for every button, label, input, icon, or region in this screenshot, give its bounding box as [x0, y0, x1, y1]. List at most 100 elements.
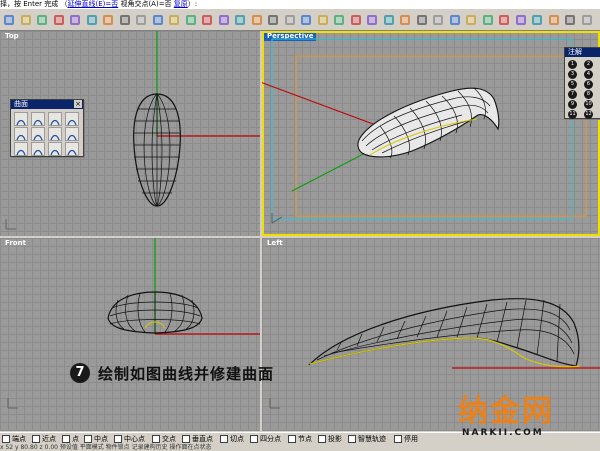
- trim-icon[interactable]: [48, 142, 62, 156]
- rendered-icon[interactable]: [349, 12, 363, 26]
- patch-icon[interactable]: [48, 127, 62, 141]
- undo-icon[interactable]: [118, 12, 132, 26]
- properties-icon[interactable]: [431, 12, 445, 26]
- tag-icon[interactable]: [580, 12, 594, 26]
- zoom-dynamic-icon[interactable]: [184, 12, 198, 26]
- copy-icon[interactable]: [85, 12, 99, 26]
- note-number-button[interactable]: 5: [568, 80, 577, 89]
- osnap-option[interactable]: 智慧轨迹: [348, 435, 386, 444]
- extrude-surface-icon[interactable]: [31, 112, 45, 126]
- redo-icon[interactable]: [134, 12, 148, 26]
- car-icon[interactable]: [415, 12, 429, 26]
- notes-panel[interactable]: 注解 1 2 3 4 5 6 7 8 9 10 11 12: [564, 47, 600, 119]
- osnap-checkbox[interactable]: [348, 435, 356, 443]
- osnap-option[interactable]: 切点: [220, 435, 244, 444]
- osnap-option[interactable]: 投影: [318, 435, 342, 444]
- view-intersect-option[interactable]: 视角交点(A)=否: [118, 0, 171, 8]
- osnap-option[interactable]: 停用: [394, 435, 418, 444]
- osnap-option[interactable]: 中点: [84, 435, 108, 444]
- osnap-checkbox[interactable]: [152, 435, 160, 443]
- osnap-checkbox[interactable]: [2, 435, 10, 443]
- osnap-option[interactable]: 近点: [32, 435, 56, 444]
- note-number-button[interactable]: 8: [584, 90, 593, 99]
- hand-pan-icon[interactable]: [151, 12, 165, 26]
- site-watermark: 纳金网 NARKII.COM: [458, 396, 600, 450]
- render-icon[interactable]: [398, 12, 412, 26]
- save-icon[interactable]: [35, 12, 49, 26]
- edit-icon[interactable]: [563, 12, 577, 26]
- osnap-checkbox[interactable]: [394, 435, 402, 443]
- lightbulb-icon[interactable]: [316, 12, 330, 26]
- note-number-button[interactable]: 1: [568, 60, 577, 69]
- osnap-option[interactable]: 点: [62, 435, 79, 444]
- sphere-icon[interactable]: [48, 112, 62, 126]
- note-number-button[interactable]: 12: [584, 110, 593, 119]
- layer-icon[interactable]: [448, 12, 462, 26]
- paste-icon[interactable]: [101, 12, 115, 26]
- viewport-top[interactable]: Top 曲面 ×: [0, 31, 260, 236]
- viewport-perspective[interactable]: Perspective 注解 12345 6 7 8 9 10 11 12: [262, 31, 600, 236]
- note-number-button[interactable]: 2: [584, 60, 593, 69]
- cut-icon[interactable]: [68, 12, 82, 26]
- surface-panel-title[interactable]: 曲面 ×: [11, 100, 83, 109]
- sweep-icon[interactable]: [31, 127, 45, 141]
- revolve-icon[interactable]: [65, 127, 79, 141]
- sphere-render-icon[interactable]: [382, 12, 396, 26]
- zoom-extents-icon[interactable]: [217, 12, 231, 26]
- lock-icon[interactable]: [497, 12, 511, 26]
- hide-icon[interactable]: [530, 12, 544, 26]
- grid-icon[interactable]: [266, 12, 280, 26]
- osnap-option[interactable]: 端点: [2, 435, 26, 444]
- osnap-option[interactable]: 节点: [288, 435, 312, 444]
- new-file-icon[interactable]: [2, 12, 16, 26]
- note-number-button[interactable]: 10: [584, 100, 593, 109]
- wireframe-icon[interactable]: [514, 12, 528, 26]
- note-number-button[interactable]: 9: [568, 100, 577, 109]
- loft-icon[interactable]: [65, 112, 79, 126]
- osnap-checkbox[interactable]: [84, 435, 92, 443]
- osnap-option[interactable]: 垂直点: [182, 435, 213, 444]
- print-icon[interactable]: [52, 12, 66, 26]
- set-view-icon[interactable]: [299, 12, 313, 26]
- material-icon[interactable]: [365, 12, 379, 26]
- network-surface-icon[interactable]: [14, 142, 28, 156]
- object-snap-icon[interactable]: [464, 12, 478, 26]
- edge-surface-icon[interactable]: [14, 127, 28, 141]
- osnap-option[interactable]: 交点: [152, 435, 176, 444]
- shaded-icon[interactable]: [332, 12, 346, 26]
- show-icon[interactable]: [547, 12, 561, 26]
- rotate-view-icon[interactable]: [167, 12, 181, 26]
- construction-plane-icon[interactable]: [283, 12, 297, 26]
- axis-gizmo: [5, 219, 16, 230]
- osnap-checkbox[interactable]: [250, 435, 258, 443]
- notes-panel-title[interactable]: 注解: [565, 48, 600, 57]
- note-number-button[interactable]: 4: [584, 70, 593, 79]
- surface-from-points-icon[interactable]: [14, 112, 28, 126]
- viewport-front[interactable]: Front: [0, 238, 260, 431]
- osnap-option[interactable]: 中心点: [114, 435, 145, 444]
- select-icon[interactable]: [481, 12, 495, 26]
- surface-toolbar-panel[interactable]: 曲面 ×: [10, 99, 84, 157]
- note-number-button[interactable]: 3: [568, 70, 577, 79]
- command-line[interactable]: 择，按 Enter 完成 （延伸直线(E)=否 视角交点(A)=否 复原）:: [0, 0, 600, 9]
- osnap-checkbox[interactable]: [62, 435, 70, 443]
- osnap-checkbox[interactable]: [32, 435, 40, 443]
- blend-surface-icon[interactable]: [31, 142, 45, 156]
- undo-option[interactable]: 复原: [174, 0, 188, 8]
- osnap-checkbox[interactable]: [288, 435, 296, 443]
- extend-line-option[interactable]: 延伸直线(E)=否: [67, 0, 118, 8]
- osnap-checkbox[interactable]: [318, 435, 326, 443]
- split-surface-icon[interactable]: [65, 142, 79, 156]
- open-icon[interactable]: [19, 12, 33, 26]
- four-view-icon[interactable]: [250, 12, 264, 26]
- osnap-option[interactable]: 四分点: [250, 435, 281, 444]
- zoom-window-icon[interactable]: [200, 12, 214, 26]
- note-number-button[interactable]: 7: [568, 90, 577, 99]
- osnap-checkbox[interactable]: [114, 435, 122, 443]
- note-number-button[interactable]: 11: [568, 110, 577, 119]
- osnap-checkbox[interactable]: [220, 435, 228, 443]
- zoom-selected-icon[interactable]: [233, 12, 247, 26]
- note-number-button[interactable]: 6: [584, 80, 593, 89]
- close-icon[interactable]: ×: [74, 100, 82, 108]
- osnap-checkbox[interactable]: [182, 435, 190, 443]
